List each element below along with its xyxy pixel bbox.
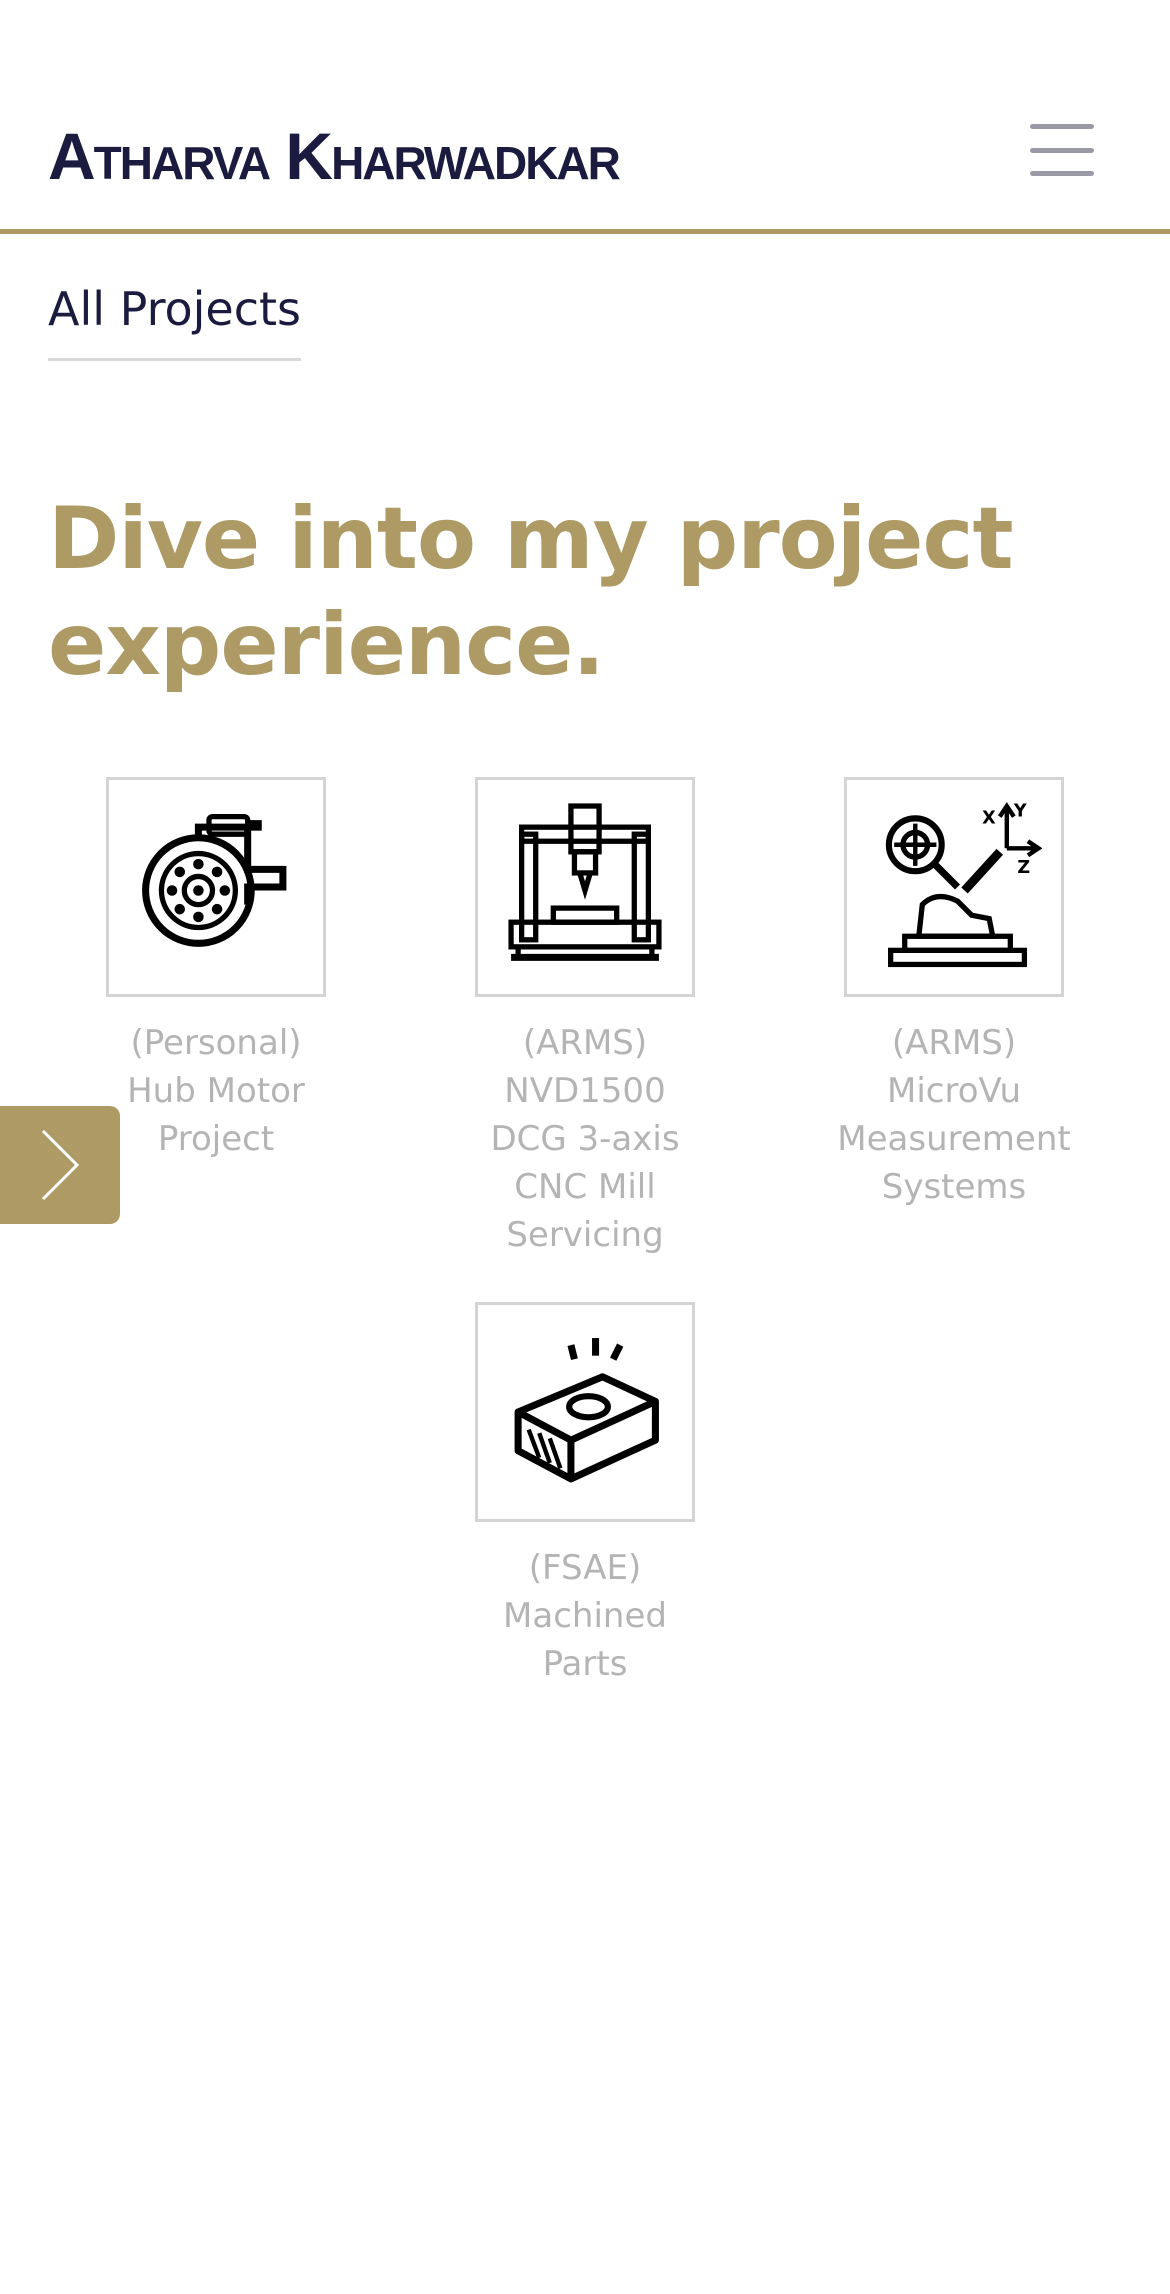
hamburger-menu-icon[interactable] [1030,124,1094,176]
menu-bar [1030,124,1094,129]
project-card-microvu[interactable]: X Y Z (ARMS) MicroVu Measurement Systems [804,777,1104,1211]
project-label: (FSAE) Machined Parts [435,1544,735,1688]
label-line: Parts [542,1644,628,1684]
measurement-icon: X Y Z [885,802,1042,968]
project-label: (ARMS) NVD1500 DCG 3-axis CNC Mill Servi… [435,1019,735,1259]
project-thumbnail[interactable]: X Y Z [844,777,1064,997]
project-thumbnail[interactable] [106,777,326,997]
project-card-cnc-mill[interactable]: (ARMS) NVD1500 DCG 3-axis CNC Mill Servi… [435,777,735,1259]
label-line: (ARMS) [522,1023,648,1063]
chevron-right-icon [41,1129,80,1201]
page-heading: Dive into my project experience. [48,489,1014,695]
label-line: (Personal) [130,1023,302,1063]
project-thumbnail[interactable] [475,777,695,997]
label-line: Measurement [837,1119,1071,1159]
label-line: (ARMS) [891,1023,1017,1063]
svg-text:Z: Z [1017,858,1030,878]
svg-text:X: X [982,809,996,829]
label-line: Servicing [506,1215,664,1255]
project-thumbnail[interactable] [475,1302,695,1522]
menu-bar [1030,171,1094,176]
label-line: (FSAE) [528,1548,642,1588]
label-line: NVD1500 [504,1071,666,1111]
project-card-machined-parts[interactable]: (FSAE) Machined Parts [435,1302,735,1688]
project-label: (ARMS) MicroVu Measurement Systems [804,1019,1104,1211]
menu-bar [1030,147,1094,153]
cnc-mill-icon [508,803,662,961]
all-projects-link[interactable]: All Projects [48,282,301,361]
label-line: DCG 3-axis [490,1119,680,1159]
hub-motor-icon [142,813,287,947]
label-line: Systems [881,1167,1027,1207]
next-button[interactable] [0,1106,120,1224]
site-title[interactable]: Atharva Kharwadkar [48,118,621,194]
svg-text:Y: Y [1013,802,1027,822]
label-line: MicroVu [886,1071,1021,1111]
site-header: Atharva Kharwadkar [0,0,1170,234]
machined-part-icon [514,1338,659,1483]
label-line: CNC Mill [514,1167,656,1207]
label-line: Machined [503,1596,667,1636]
